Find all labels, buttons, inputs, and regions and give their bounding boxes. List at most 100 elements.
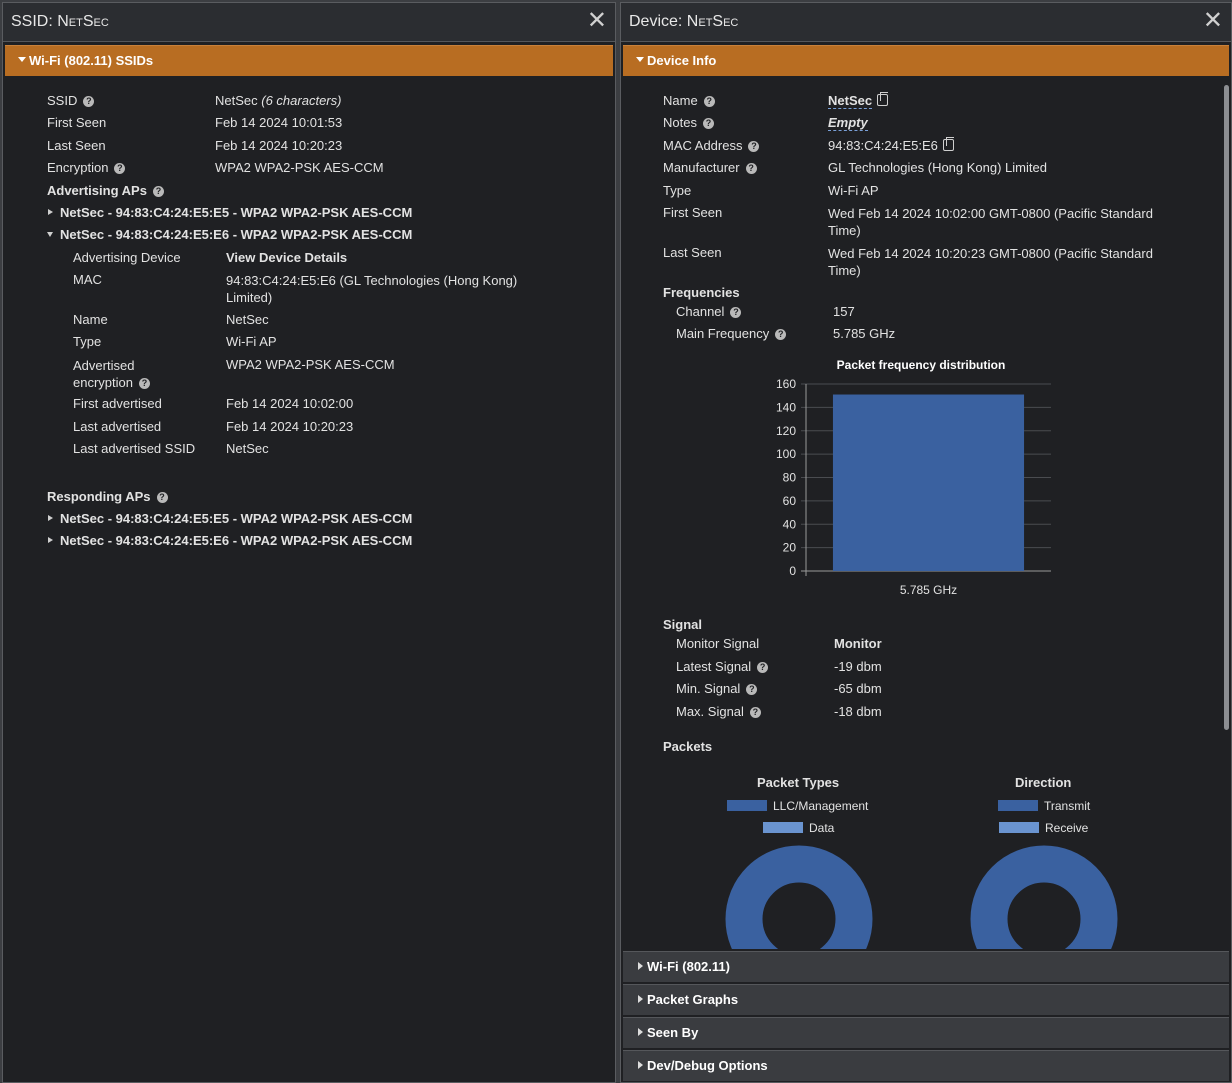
ssid-label: SSID? <box>47 93 95 108</box>
encryption-label: Encryption? <box>47 160 126 175</box>
name-value: NetSec <box>226 312 269 327</box>
name-label: Name? <box>663 93 715 108</box>
device-panel-titlebar: Device: NetSec ✕ <box>621 3 1231 42</box>
first-advertised-label: First advertised <box>73 396 162 411</box>
help-icon[interactable]: ? <box>746 684 758 695</box>
help-icon[interactable]: ? <box>703 96 715 107</box>
monitor-signal-label: Monitor Signal <box>676 636 760 651</box>
help-icon[interactable]: ? <box>114 163 126 174</box>
legend-label: Receive <box>1045 821 1089 835</box>
help-icon[interactable]: ? <box>775 329 787 340</box>
last-seen-value: Wed Feb 14 2024 10:20:23 GMT-0800 (Pacif… <box>828 246 1153 278</box>
last-advertised-label: Last advertised <box>73 419 162 434</box>
responding-aps-title: Responding APs? <box>47 489 168 504</box>
section-wifi-ssids[interactable]: Wi-Fi (802.11) SSIDs <box>5 45 613 76</box>
chevron-right-icon[interactable] <box>48 209 53 215</box>
notes-value[interactable]: Empty <box>828 115 868 131</box>
scrollbar[interactable] <box>1224 85 1229 730</box>
chevron-right-icon[interactable] <box>48 537 53 543</box>
chevron-down-icon[interactable] <box>47 232 53 237</box>
legend-label: Transmit <box>1044 799 1091 813</box>
mac-value: 94:83:C4:24:E5:E6 (GL Technologies (Hong… <box>226 273 518 305</box>
direction-title: Direction <box>1015 775 1072 790</box>
chevron-down-icon <box>18 57 26 62</box>
y-tick-label: 20 <box>783 541 797 555</box>
last-seen-label: Last Seen <box>663 245 722 260</box>
chevron-right-icon[interactable] <box>48 515 53 521</box>
x-tick-label: 5.785 GHz <box>900 583 957 597</box>
max-signal-label: Max. Signal? <box>676 704 761 719</box>
section-device-info[interactable]: Device Info <box>623 45 1229 76</box>
type-label: Type <box>73 334 102 349</box>
copy-icon[interactable] <box>877 92 889 106</box>
copy-icon[interactable] <box>942 137 954 151</box>
help-icon[interactable]: ? <box>745 163 757 174</box>
close-icon[interactable]: ✕ <box>1203 9 1223 33</box>
monitor-signal-value: Monitor <box>834 636 882 651</box>
legend-label: LLC/Management <box>773 799 869 813</box>
manufacturer-value: GL Technologies (Hong Kong) Limited <box>828 160 1047 175</box>
channel-label: Channel? <box>676 304 742 319</box>
section-label: Seen By <box>647 1025 699 1040</box>
legend-swatch <box>998 800 1038 811</box>
packets-title: Packets <box>663 739 713 754</box>
section-label: Wi-Fi (802.11) SSIDs <box>29 53 154 68</box>
advertising-ap-item[interactable]: NetSec - 94:83:C4:24:E5:E6 - WPA2 WPA2-P… <box>60 227 412 242</box>
section-wifi[interactable]: Wi-Fi (802.11) <box>623 951 1229 982</box>
device-panel: Device: NetSec ✕ Device Info Name? NetSe… <box>620 2 1232 1083</box>
help-icon[interactable]: ? <box>730 307 742 318</box>
frequencies-title: Frequencies <box>663 285 740 300</box>
first-seen-label: First Seen <box>47 115 107 130</box>
min-signal-value: -65 dbm <box>834 681 882 696</box>
mac-label: MAC <box>73 272 102 287</box>
latest-signal-value: -19 dbm <box>834 659 882 674</box>
ssid-panel-title: SSID: NetSec <box>11 13 109 30</box>
notes-label: Notes? <box>663 115 714 130</box>
mac-address-label: MAC Address? <box>663 138 760 153</box>
help-icon[interactable]: ? <box>748 141 760 152</box>
advertised-encryption-value: WPA2 WPA2-PSK AES-CCM <box>226 357 395 372</box>
section-packet-graphs[interactable]: Packet Graphs <box>623 984 1229 1015</box>
legend-swatch <box>999 822 1039 833</box>
name-label: Name <box>73 312 108 327</box>
chevron-right-icon <box>638 1061 643 1069</box>
legend-swatch <box>727 800 767 811</box>
help-icon[interactable]: ? <box>138 378 150 389</box>
latest-signal-label: Latest Signal? <box>676 659 769 674</box>
help-icon[interactable]: ? <box>749 707 761 718</box>
y-tick-label: 40 <box>783 517 797 531</box>
advertising-device-label: Advertising Device <box>73 250 181 265</box>
last-advertised-ssid-label: Last advertised SSID <box>73 441 196 456</box>
packet-types-title: Packet Types <box>757 775 840 790</box>
chevron-down-icon <box>636 57 644 62</box>
responding-ap-item[interactable]: NetSec - 94:83:C4:24:E5:E6 - WPA2 WPA2-P… <box>60 533 412 548</box>
device-name-value[interactable]: NetSec <box>828 92 889 109</box>
help-icon[interactable]: ? <box>152 186 164 197</box>
device-panel-title: Device: NetSec <box>629 13 739 30</box>
chevron-right-icon <box>638 962 643 970</box>
legend-label: Data <box>809 821 835 835</box>
y-tick-label: 120 <box>776 424 796 438</box>
chevron-right-icon <box>638 995 643 1003</box>
help-icon[interactable]: ? <box>156 492 168 503</box>
legend-swatch <box>763 822 803 833</box>
responding-ap-item[interactable]: NetSec - 94:83:C4:24:E5:E5 - WPA2 WPA2-P… <box>60 511 412 526</box>
help-icon[interactable]: ? <box>83 96 95 107</box>
main-frequency-label: Main Frequency? <box>676 326 787 341</box>
advertising-ap-item[interactable]: NetSec - 94:83:C4:24:E5:E5 - WPA2 WPA2-P… <box>60 205 412 220</box>
section-dev-debug[interactable]: Dev/Debug Options <box>623 1050 1229 1081</box>
signal-title: Signal <box>663 617 703 632</box>
help-icon[interactable]: ? <box>757 662 769 673</box>
y-tick-label: 140 <box>776 400 796 414</box>
advertising-aps-title: Advertising APs? <box>47 183 164 198</box>
first-seen-value: Feb 14 2024 10:01:53 <box>215 115 343 130</box>
close-icon[interactable]: ✕ <box>587 9 607 33</box>
packet-types-donut <box>725 845 873 949</box>
min-signal-label: Min. Signal? <box>676 681 758 696</box>
y-tick-label: 160 <box>776 377 796 391</box>
section-seen-by[interactable]: Seen By <box>623 1017 1229 1048</box>
last-seen-label: Last Seen <box>47 138 106 153</box>
y-tick-label: 0 <box>789 564 796 578</box>
view-device-details-link[interactable]: View Device Details <box>226 250 347 265</box>
help-icon[interactable]: ? <box>702 118 714 129</box>
